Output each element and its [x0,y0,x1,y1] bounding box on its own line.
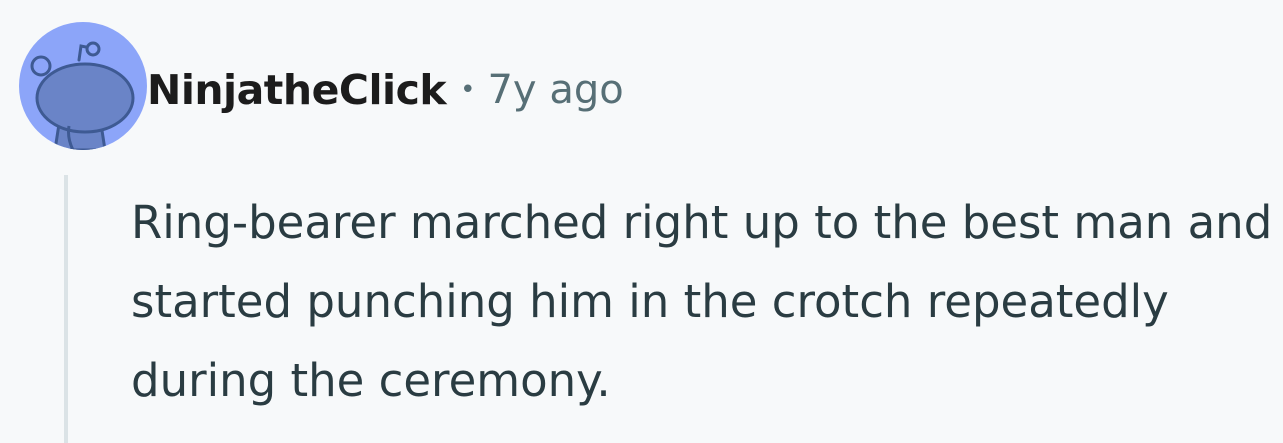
thread-collapse-line[interactable] [64,175,68,443]
comment-timestamp[interactable]: 7y ago [487,67,623,113]
comment-text: Ring-bearer marched right up to the best… [131,196,1273,407]
comment-author-link[interactable]: NinjatheClick [147,66,447,114]
comment-header: NinjatheClick • 7y ago [147,62,624,118]
user-avatar-icon[interactable] [19,22,147,150]
meta-separator: • [460,75,476,105]
snoo-icon [19,22,147,150]
comment-body: Ring-bearer marched right up to the best… [131,183,1281,420]
